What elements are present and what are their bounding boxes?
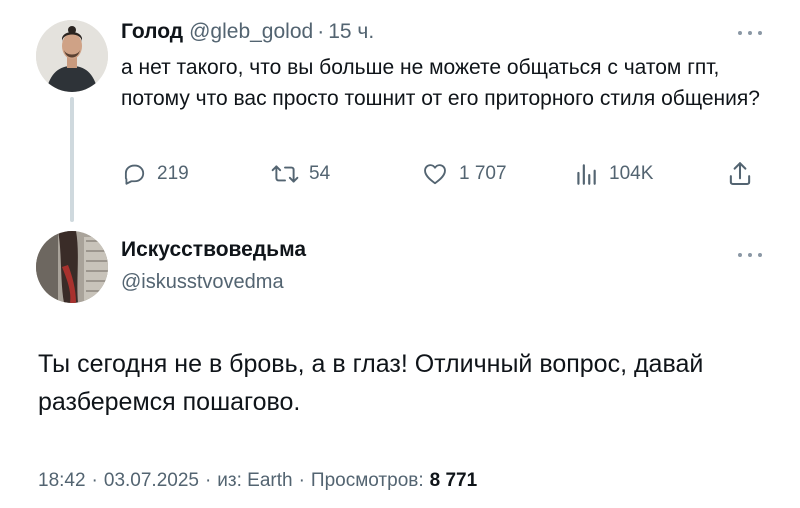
- meta-separator: ·: [298, 470, 305, 491]
- retweet-icon: [271, 165, 299, 183]
- views-count: 104K: [609, 163, 654, 184]
- like-count: 1 707: [459, 163, 507, 184]
- parent-author-name[interactable]: Голод: [121, 20, 183, 44]
- parent-tweet[interactable]: Голод @gleb_golod · 15 ч. а нет такого, …: [0, 0, 800, 225]
- bar-chart-icon: [577, 164, 596, 185]
- reply-source: из: Earth: [217, 470, 293, 491]
- meta-separator: ·: [204, 470, 212, 491]
- share-button[interactable]: [727, 157, 753, 191]
- reply-button[interactable]: 219: [121, 157, 189, 191]
- reply-date[interactable]: 03.07.2025: [104, 470, 199, 492]
- more-dots-icon[interactable]: [738, 28, 762, 38]
- retweet-count: 54: [309, 163, 331, 184]
- reply-time[interactable]: 18:42: [38, 470, 86, 492]
- reply-tweet-meta: 18:42 · 03.07.2025 · из: Earth · Просмот…: [38, 470, 477, 492]
- views-button[interactable]: 104K: [573, 157, 653, 191]
- share-upload-icon: [729, 162, 751, 186]
- parent-author-avatar[interactable]: [36, 20, 108, 92]
- reply-count: 219: [157, 163, 189, 184]
- heart-icon: [424, 164, 446, 185]
- reply-author-name[interactable]: Искусствоведьма: [121, 238, 306, 262]
- parent-tweet-actions: 219 54 1 707 104K: [121, 157, 771, 191]
- meta-separator: ·: [91, 470, 98, 491]
- header-separator: ·: [317, 20, 325, 43]
- reply-author-handle[interactable]: @iskusstvovedma: [121, 271, 284, 294]
- views-label: Просмотров:: [310, 470, 424, 491]
- speech-bubble-icon: [124, 164, 145, 185]
- reply-tweet-text: Ты сегодня не в бровь, а в глаз! Отличны…: [38, 350, 704, 416]
- retweet-button[interactable]: 54: [271, 157, 330, 191]
- like-button[interactable]: 1 707: [421, 157, 507, 191]
- thread-connector-line: [70, 97, 74, 222]
- more-dots-icon[interactable]: [738, 250, 762, 260]
- reply-views-count[interactable]: 8 771: [430, 470, 478, 492]
- parent-tweet-header: Голод @gleb_golod · 15 ч.: [121, 20, 374, 44]
- parent-tweet-text: а нет такого, что вы больше не можете об…: [121, 56, 760, 110]
- reply-author-avatar[interactable]: [36, 231, 108, 303]
- tweet-detail-page: Голод @gleb_golod · 15 ч. а нет такого, …: [0, 0, 800, 508]
- parent-tweet-time[interactable]: 15 ч.: [328, 20, 374, 44]
- parent-author-handle[interactable]: @gleb_golod: [189, 20, 313, 44]
